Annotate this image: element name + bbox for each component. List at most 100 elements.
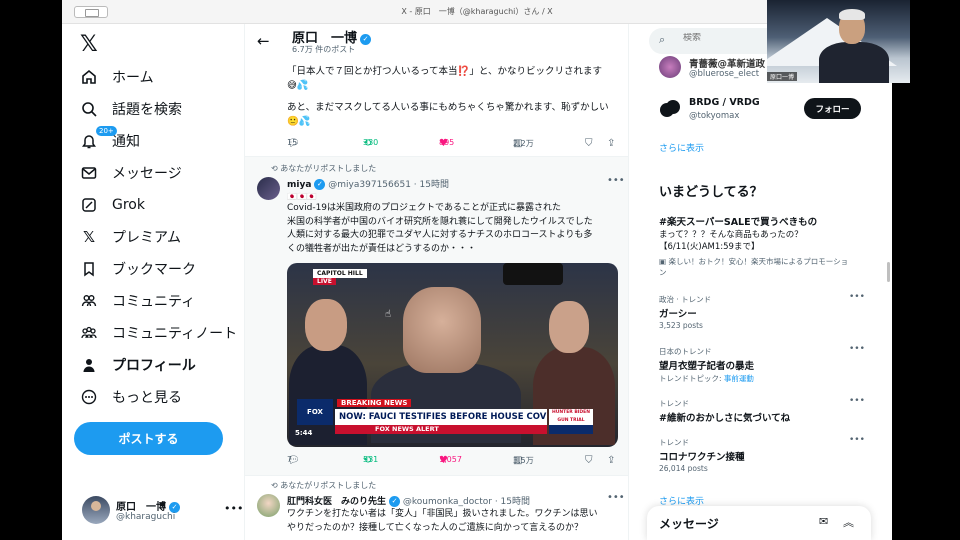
post-actions: 💬︎ 7 ⟲ 531 ♥ 1,057 ▥ 3.5万 ⛉ ⇪: [287, 455, 616, 466]
nav-item-bookmarks[interactable]: ブックマーク: [80, 256, 196, 282]
more-options-icon[interactable]: •••: [849, 396, 865, 406]
nav-item-profile[interactable]: プロフィール: [80, 352, 196, 378]
brdg-logo-icon: [660, 100, 680, 117]
home-icon: [80, 68, 98, 86]
nav-item-label: コミュニティ: [112, 294, 196, 310]
trend-topic-link[interactable]: 事前運動: [724, 374, 754, 383]
post-button[interactable]: ポストする: [74, 422, 223, 455]
account-name: 原口 一博 ✓: [116, 498, 180, 513]
person-left-head: [305, 299, 347, 351]
nav-item-label: 通知: [112, 134, 140, 150]
video-time: 5:44: [295, 429, 313, 437]
person-center-head: [403, 287, 481, 373]
new-message-icon[interactable]: ✉: [819, 515, 828, 528]
show-more-link[interactable]: さらに表示: [659, 141, 704, 154]
messages-drawer[interactable]: メッセージ ✉ ︽: [647, 506, 871, 540]
grok-icon: [80, 196, 98, 214]
camera-silhouette: [503, 263, 563, 285]
more-circle-icon: [80, 388, 98, 406]
trend-topic: トレンドトピック: 事前運動: [659, 374, 754, 383]
trends-heading: いまどうしてる？: [659, 185, 763, 200]
avatar[interactable]: [659, 56, 681, 78]
messages-drawer-title: メッセージ: [659, 517, 719, 531]
profile-header: ← 原口 一博 ✓ 6.7万 件のポスト: [245, 24, 628, 58]
presenter-hair: [839, 9, 865, 20]
left-navigation: 𝕏 ホーム 話題を検索 20+ 通知 メッセージ Grok 𝕏 プレミアム ブッ…: [62, 24, 244, 540]
search-icon: ⌕: [659, 33, 666, 46]
nav-item-label: メッセージ: [112, 166, 182, 182]
bell-icon: 20+: [80, 126, 117, 150]
trend-name[interactable]: #維新のおかしさに気づいてね: [659, 410, 790, 424]
trend-post-count: 26,014 posts: [659, 464, 708, 473]
trend-post-count: 3,523 posts: [659, 321, 703, 330]
avatar: [82, 496, 110, 524]
avatar[interactable]: [659, 98, 681, 120]
more-options-icon[interactable]: •••: [849, 435, 865, 445]
nav-item-home[interactable]: ホーム: [80, 64, 154, 90]
trend-name[interactable]: コロナワクチン接種: [659, 449, 745, 463]
presenter-body: [819, 42, 889, 83]
x-logo-icon[interactable]: 𝕏: [80, 32, 98, 57]
divider: [245, 475, 628, 476]
account-handle: @kharaguchi: [116, 512, 176, 522]
avatar[interactable]: [257, 494, 280, 517]
trend-category: トレンド: [659, 399, 689, 408]
nav-item-label: プロフィール: [112, 358, 196, 374]
follow-button[interactable]: フォロー: [804, 98, 861, 119]
nav-item-community-notes[interactable]: コミュニティノート: [80, 320, 237, 346]
avatar[interactable]: [257, 177, 280, 200]
news-headline: NOW: FAUCI TESTIFIES BEFORE HOUSE COVID …: [335, 409, 547, 425]
nav-item-communities[interactable]: コミュニティ: [80, 288, 195, 314]
nav-item-messages[interactable]: メッセージ: [80, 160, 182, 186]
post-header: 肛門科女医 みのり先生 ✓ @koumonka_doctor · 15時間: [287, 495, 530, 507]
repost-indicator: ⟲ あなたがリポストしました: [271, 164, 377, 173]
post-text: ワクチンを打たない者は「変人」「非国民」扱いされました。ワクチンは思い やりだっ…: [287, 509, 598, 533]
person-right-head: [549, 301, 589, 353]
post-text: Covid-19は米国政府のプロジェクトであることが正式に暴露された 米国の科学…: [287, 203, 593, 254]
search-icon: [80, 100, 98, 118]
nav-item-explore[interactable]: 話題を検索: [80, 96, 182, 122]
scrollbar[interactable]: [887, 262, 890, 282]
nav-item-label: Grok: [112, 197, 145, 213]
trend-name[interactable]: #楽天スーパーSALEで買うべきもの: [659, 214, 817, 228]
bookmark-icon: ⛉: [585, 455, 593, 466]
breaking-news-banner: BREAKING NEWS: [337, 399, 412, 407]
nav-item-premium[interactable]: 𝕏 プレミアム: [80, 224, 181, 250]
post-header: miya ✓ @miya397156651 · 15時間: [287, 178, 449, 190]
location-tag: CAPITOL HILL: [313, 269, 367, 278]
nav-item-more[interactable]: もっと見る: [80, 384, 182, 410]
post-count: 6.7万 件のポスト: [292, 45, 356, 54]
back-arrow-icon[interactable]: ←: [257, 32, 270, 50]
repost-icon: ⟲: [271, 481, 281, 490]
trend-name[interactable]: 望月衣塑子記者の暴走: [659, 358, 754, 372]
more-options-icon[interactable]: •••: [607, 175, 625, 186]
trend-category: 政治 · トレンド: [659, 295, 712, 304]
post[interactable]: ⟲ あなたがリポストしました miya ✓ @miya397156651 · 15…: [245, 157, 628, 475]
who-to-follow-name[interactable]: 青薔薇@革新道政: [689, 56, 765, 70]
live-tag: LIVE: [313, 278, 336, 285]
who-to-follow-handle: @tokyomax: [689, 111, 740, 121]
who-to-follow-name[interactable]: BRDG / VRDG: [689, 97, 760, 108]
bookmark-icon: ⛉: [585, 138, 593, 149]
more-options-icon[interactable]: •••: [849, 344, 865, 354]
who-to-follow-handle: @bluerose_elect: [689, 69, 760, 79]
post-actions: 💬︎ 15 ⟲ 330 ♥ 895 ▥ 2.2万 ⛉ ⇪: [287, 138, 616, 149]
repost-indicator: ⟲ あなたがリポストしました: [271, 481, 377, 490]
side-panel-text: HUNTER BIDEN GUN TRIAL: [549, 409, 593, 425]
more-options-icon[interactable]: •••: [607, 492, 625, 503]
more-dots-icon[interactable]: •••: [224, 502, 243, 515]
account-switcher[interactable]: 原口 一博 ✓ @kharaguchi •••: [74, 494, 244, 534]
nav-item-label: プレミアム: [112, 230, 182, 246]
more-options-icon[interactable]: •••: [849, 292, 865, 302]
nav-item-grok[interactable]: Grok: [80, 192, 145, 218]
trend-name[interactable]: ガーシー: [659, 306, 697, 320]
right-sidebar: ⌕ 青薔薇@革新道政 @bluerose_elect BRDG / VRDG @…: [629, 24, 892, 540]
share-icon: ⇪: [607, 455, 616, 466]
post-video[interactable]: CAPITOL HILL LIVE FOX BREAKING NEWS NOW:…: [287, 263, 618, 447]
expand-chevron-icon[interactable]: ︽: [843, 514, 854, 530]
trend-category: トレンド: [659, 438, 689, 447]
news-alert: FOX NEWS ALERT: [335, 425, 547, 434]
nav-item-notifications[interactable]: 20+ 通知: [80, 126, 140, 154]
notification-badge: 20+: [96, 126, 117, 136]
verified-badge-icon: ✓: [314, 178, 326, 190]
